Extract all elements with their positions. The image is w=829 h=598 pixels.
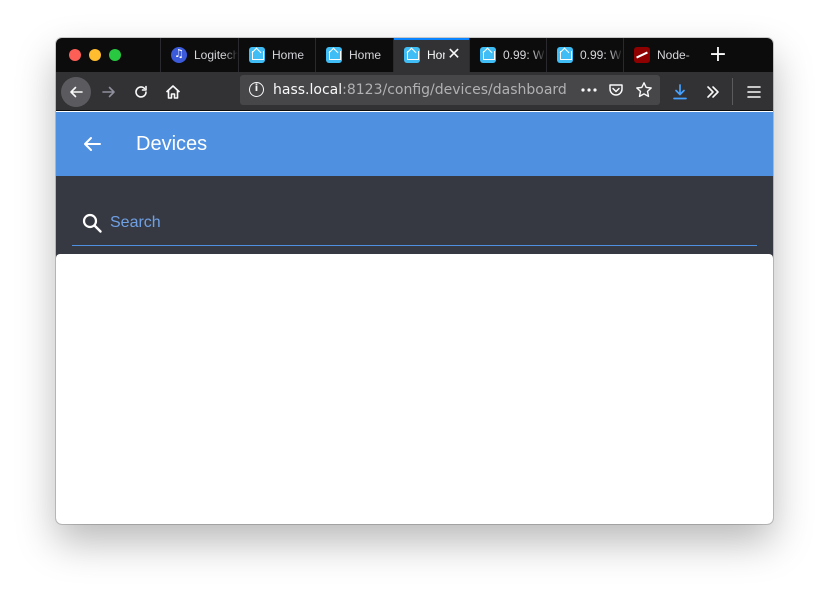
tab-title: Home [272,48,305,62]
home-assistant-icon [249,47,265,63]
home-assistant-icon [557,47,573,63]
music-icon [171,47,187,63]
home-icon [165,85,181,99]
forward-button[interactable] [94,77,124,107]
new-tab-button[interactable]: + [706,42,730,68]
arrow-left-icon [84,137,101,151]
window-minimize-button[interactable] [89,49,101,61]
app-header: Devices [56,112,773,176]
navigation-toolbar: i hass.local:8123/config/devices/dashboa… [56,72,773,111]
tab-home-active[interactable]: Home ✕ [393,38,469,72]
arrow-right-icon [102,86,115,98]
home-assistant-icon [326,47,342,63]
page-content [56,176,773,524]
search-field[interactable] [72,204,757,246]
toolbar-separator [732,78,733,105]
page-title: Devices [136,133,208,155]
reload-icon [135,85,147,98]
reload-button[interactable] [126,77,156,107]
close-tab-icon[interactable]: ✕ [446,46,462,62]
tab-strip: Logitech Home Home Home ✕ 0.99: W 0.99: … [56,38,773,72]
address-bar[interactable]: i hass.local:8123/config/devices/dashboa… [240,75,660,105]
tab-home-1[interactable]: Home [238,38,315,72]
url-path: :8123/config/devices/dashboard [342,82,567,98]
site-info-icon[interactable]: i [249,82,264,97]
home-assistant-icon [480,47,496,63]
tab-title: Node- [657,48,690,62]
tab-title: Home [349,48,382,62]
app-menu-button[interactable] [739,77,769,107]
page-actions-icon[interactable] [577,78,601,102]
tab-home-2[interactable]: Home [315,38,393,72]
tab-release-notes-1[interactable]: 0.99: W [469,38,546,72]
downloads-button[interactable] [665,77,695,107]
back-button[interactable] [61,77,91,107]
arrow-left-icon [70,86,83,98]
url-text[interactable]: hass.local:8123/config/devices/dashboard [273,82,567,98]
window-maximize-button[interactable] [109,49,121,61]
tab-release-notes-2[interactable]: 0.99: W [546,38,623,72]
home-button[interactable] [158,77,188,107]
search-input[interactable] [110,211,740,235]
double-chevron-right-icon [707,86,719,98]
url-host: hass.local [273,82,343,98]
home-assistant-icon [404,47,420,63]
hamburger-menu-icon [747,86,761,98]
search-icon [82,213,102,233]
tab-title: Home [427,48,445,62]
node-red-icon [634,47,650,63]
pocket-icon[interactable] [604,78,628,102]
download-icon [673,84,687,100]
tab-logitech[interactable]: Logitech [160,38,238,72]
overflow-menu-button[interactable] [698,77,728,107]
browser-window: Logitech Home Home Home ✕ 0.99: W 0.99: … [56,38,773,524]
tab-node-red[interactable]: Node- [623,38,700,72]
window-close-button[interactable] [69,49,81,61]
page-back-button[interactable] [80,132,104,156]
devices-card [56,254,773,524]
bookmark-star-icon[interactable] [632,78,656,102]
